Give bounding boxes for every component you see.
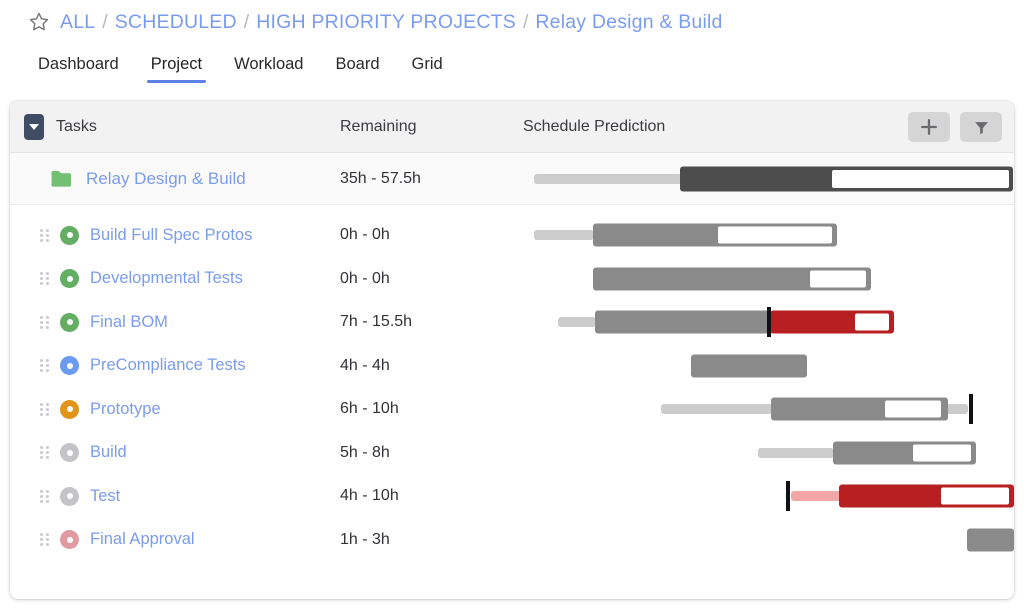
table-row[interactable]: Build Full Spec Protos 0h - 0h <box>10 214 1014 258</box>
project-schedule-bar[interactable] <box>10 153 1014 204</box>
tab-project[interactable]: Project <box>135 55 218 83</box>
table-header: Tasks Remaining Schedule Prediction <box>10 101 1014 153</box>
task-schedule-bar[interactable] <box>10 475 1014 518</box>
bar-main-segment <box>595 311 770 334</box>
project-row[interactable]: Relay Design & Build 35h - 57.5h <box>10 153 1014 205</box>
breadcrumb-separator: / <box>95 11 114 34</box>
task-schedule-bar[interactable] <box>10 258 1014 301</box>
table-row[interactable]: Prototype 6h - 10h <box>10 388 1014 432</box>
table-row[interactable]: Test 4h - 10h <box>10 475 1014 519</box>
table-row[interactable]: Final BOM 7h - 15.5h <box>10 301 1014 345</box>
breadcrumb-item-high-priority-projects[interactable]: HIGH PRIORITY PROJECTS <box>256 11 516 34</box>
bar-lead-segment <box>661 404 772 414</box>
bar-lead-segment <box>791 491 841 501</box>
deadline-marker-icon <box>969 394 973 424</box>
table-row[interactable]: PreCompliance Tests 4h - 4h <box>10 345 1014 389</box>
breadcrumb-separator: / <box>237 11 256 34</box>
bar-lead-segment <box>534 230 594 240</box>
task-schedule-bar[interactable] <box>10 301 1014 344</box>
tab-dashboard[interactable]: Dashboard <box>22 55 135 83</box>
table-header-actions <box>908 112 1002 142</box>
star-outline-icon[interactable] <box>28 11 50 33</box>
task-schedule-bar[interactable] <box>10 432 1014 475</box>
tab-bar: Dashboard Project Workload Board Grid <box>0 44 1024 84</box>
breadcrumb-item-scheduled[interactable]: SCHEDULED <box>115 11 237 34</box>
bar-uncertainty-box <box>810 270 866 287</box>
plus-icon <box>920 118 938 136</box>
tab-board[interactable]: Board <box>320 55 396 83</box>
app-window: ALL / SCHEDULED / HIGH PRIORITY PROJECTS… <box>0 0 1024 609</box>
task-schedule-bar[interactable] <box>10 388 1014 431</box>
bar-uncertainty-box <box>718 227 832 244</box>
deadline-marker-icon <box>786 481 790 511</box>
add-button[interactable] <box>908 112 950 142</box>
row-spacer <box>10 205 1014 214</box>
breadcrumb-item-all[interactable]: ALL <box>60 11 95 34</box>
bar-lead-segment <box>758 448 834 458</box>
task-schedule-bar[interactable] <box>10 345 1014 388</box>
column-header-remaining: Remaining <box>340 118 416 136</box>
bar-main-segment <box>691 354 807 377</box>
bar-uncertainty-box <box>885 401 941 418</box>
task-table-card: Tasks Remaining Schedule Prediction <box>10 101 1014 599</box>
bar-uncertainty-box <box>855 314 889 331</box>
bar-uncertainty-box <box>832 170 1009 188</box>
table-row[interactable]: Developmental Tests 0h - 0h <box>10 258 1014 302</box>
tab-workload[interactable]: Workload <box>218 55 319 83</box>
tab-grid[interactable]: Grid <box>396 55 459 83</box>
chevron-down-icon[interactable] <box>24 114 44 140</box>
task-schedule-bar[interactable] <box>10 519 1014 562</box>
funnel-icon <box>973 119 990 136</box>
bar-uncertainty-box <box>913 444 971 461</box>
breadcrumb: ALL / SCHEDULED / HIGH PRIORITY PROJECTS… <box>0 0 1024 44</box>
bar-uncertainty-box <box>941 488 1009 505</box>
column-header-tasks: Tasks <box>56 118 97 136</box>
filter-button[interactable] <box>960 112 1002 142</box>
column-header-schedule: Schedule Prediction <box>523 118 665 136</box>
table-row[interactable]: Final Approval 1h - 3h <box>10 519 1014 563</box>
task-schedule-bar[interactable] <box>10 214 1014 257</box>
table-row[interactable]: Build 5h - 8h <box>10 432 1014 476</box>
bar-lead-segment <box>534 174 682 184</box>
table-header-tasks: Tasks <box>24 114 97 140</box>
breadcrumb-item-current[interactable]: Relay Design & Build <box>535 11 722 34</box>
breadcrumb-separator: / <box>516 11 535 34</box>
bar-lead-segment <box>558 317 596 327</box>
bar-main-segment <box>967 528 1014 551</box>
deadline-marker-icon <box>767 307 771 337</box>
